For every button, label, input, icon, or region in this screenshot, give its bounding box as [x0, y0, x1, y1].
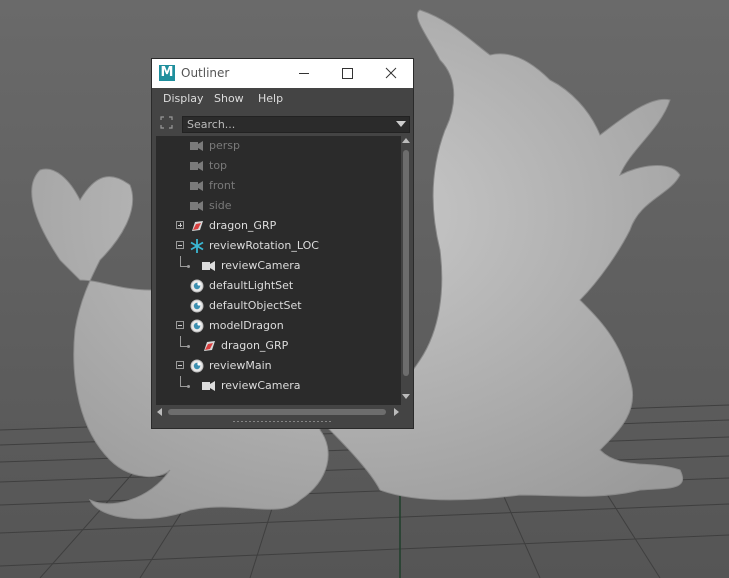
tree-row-label: dragon_GRP	[209, 219, 277, 232]
title-bar[interactable]: M Outliner	[152, 59, 413, 88]
expand-toggle[interactable]	[176, 221, 184, 229]
menu-bar: Display Show Help	[152, 88, 413, 110]
tree-row-label: modelDragon	[209, 319, 284, 332]
camera-icon	[190, 181, 203, 191]
transform-group-icon	[192, 221, 203, 231]
tree-row-label: dragon_GRP	[221, 339, 289, 352]
tree-row-label: reviewMain	[209, 359, 272, 372]
set-icon	[190, 319, 204, 333]
menu-help[interactable]: Help	[258, 92, 283, 105]
transform-group-icon	[204, 341, 215, 351]
scrollbar-thumb[interactable]	[168, 409, 386, 415]
scroll-down-icon[interactable]	[402, 394, 410, 399]
tree-row-defaultlightset[interactable]: defaultLightSet	[156, 276, 401, 296]
tree-row-label: persp	[209, 139, 240, 152]
camera-icon	[202, 261, 215, 271]
minimize-icon	[299, 72, 309, 74]
tree-row-label: reviewCamera	[221, 259, 301, 272]
filter-icon[interactable]	[160, 116, 173, 129]
tree-row-dragon-grp[interactable]: dragon_GRP	[156, 216, 401, 236]
search-field[interactable]	[182, 116, 410, 133]
tree-row-persp[interactable]: persp	[156, 136, 401, 156]
scroll-up-icon[interactable]	[402, 138, 410, 143]
tree-row-label: top	[209, 159, 228, 172]
search-row	[152, 111, 413, 133]
maximize-button[interactable]	[325, 59, 369, 88]
close-button[interactable]	[369, 59, 413, 88]
tree-row-label: defaultObjectSet	[209, 299, 302, 312]
tree-row-label: defaultLightSet	[209, 279, 294, 292]
close-icon	[385, 67, 397, 79]
outliner-window[interactable]: M Outliner Display Show Help Search... p…	[151, 58, 414, 429]
tree-row-defaultobjectset[interactable]: defaultObjectSet	[156, 296, 401, 316]
menu-display[interactable]: Display	[163, 92, 204, 105]
tree-row-label: front	[209, 179, 236, 192]
camera-icon	[190, 161, 203, 171]
tree-row-reviewcamera-2[interactable]: reviewCamera	[156, 376, 401, 396]
tree-connector	[180, 256, 181, 266]
set-icon	[190, 279, 204, 293]
chevron-down-icon[interactable]	[396, 121, 406, 127]
set-icon	[190, 359, 204, 373]
window-title: Outliner	[181, 66, 230, 80]
tree-row-label: side	[209, 199, 232, 212]
maximize-icon	[341, 67, 353, 79]
minimize-button[interactable]	[282, 59, 326, 88]
tree-connector-dot	[187, 385, 190, 388]
outliner-tree[interactable]: persp top front side dragon_GRP reviewRo…	[156, 136, 401, 405]
camera-icon	[190, 141, 203, 151]
tree-row-label: reviewCamera	[221, 379, 301, 392]
search-input[interactable]	[183, 117, 401, 132]
maya-logo-icon: M	[159, 65, 175, 81]
scrollbar-thumb[interactable]	[403, 150, 409, 376]
horizontal-scrollbar[interactable]	[156, 406, 401, 418]
collapse-toggle[interactable]	[176, 361, 184, 369]
tree-connector	[180, 376, 181, 386]
tree-row-front[interactable]: front	[156, 176, 401, 196]
tree-row-label: reviewRotation_LOC	[209, 239, 319, 252]
tree-connector	[180, 336, 181, 346]
scroll-right-icon[interactable]	[394, 408, 399, 416]
collapse-toggle[interactable]	[176, 241, 184, 249]
menu-show[interactable]: Show	[214, 92, 244, 105]
locator-icon	[190, 239, 204, 253]
resize-grip[interactable]	[232, 420, 332, 423]
camera-icon	[202, 381, 215, 391]
tree-row-modeldragon[interactable]: modelDragon	[156, 316, 401, 336]
vertical-scrollbar[interactable]	[401, 136, 411, 405]
collapse-toggle[interactable]	[176, 321, 184, 329]
tree-connector-dot	[187, 265, 190, 268]
tree-row-reviewrotation-loc[interactable]: reviewRotation_LOC	[156, 236, 401, 256]
set-icon	[190, 299, 204, 313]
tree-connector-dot	[187, 345, 190, 348]
tree-row-side[interactable]: side	[156, 196, 401, 216]
tree-row-dragon-grp-child[interactable]: dragon_GRP	[156, 336, 401, 356]
tree-row-top[interactable]: top	[156, 156, 401, 176]
scroll-left-icon[interactable]	[157, 408, 162, 416]
tree-row-reviewmain[interactable]: reviewMain	[156, 356, 401, 376]
camera-icon	[190, 201, 203, 211]
tree-row-reviewcamera[interactable]: reviewCamera	[156, 256, 401, 276]
